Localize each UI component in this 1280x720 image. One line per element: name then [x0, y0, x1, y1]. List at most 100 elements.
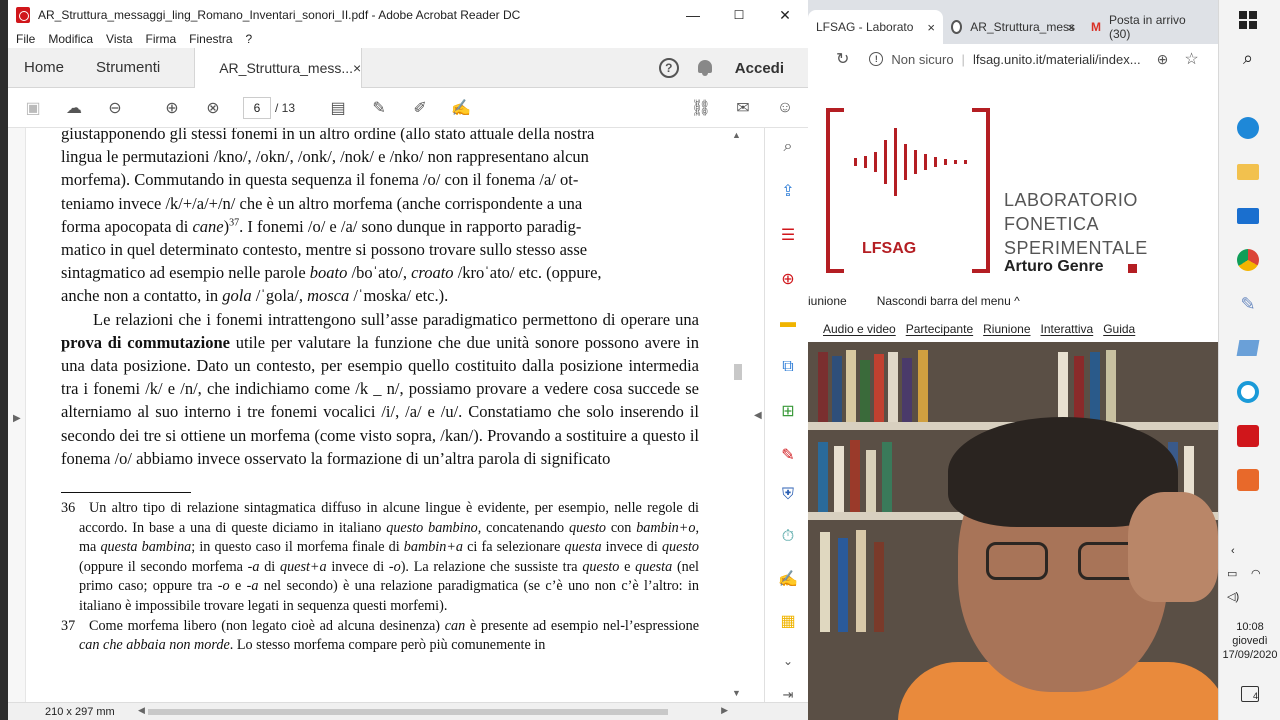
browser-tab-pdf[interactable]: AR_Struttura_mess × — [943, 10, 1083, 44]
mail-icon[interactable] — [1236, 204, 1260, 228]
vertical-scrollbar[interactable]: ▲ ▼ — [730, 128, 744, 704]
fill-sign-icon[interactable]: ✍ — [450, 97, 472, 119]
battery-icon[interactable]: ▭ — [1227, 567, 1237, 580]
share-user-icon[interactable]: ☺ — [774, 97, 796, 119]
left-panel-toggle[interactable]: ▶ — [8, 128, 26, 704]
volume-icon[interactable]: ◁) — [1227, 590, 1239, 603]
url-field[interactable]: Non sicuro | lfsag.unito.it/materiali/inde… — [891, 52, 1140, 67]
page-up-icon[interactable]: ⊕ — [161, 97, 183, 119]
upload-cloud-icon[interactable]: ☁ — [63, 97, 85, 119]
acrobat-window: AR_Struttura_messaggi_ling_Romano_Invent… — [8, 0, 808, 720]
fill-sign-tool-icon[interactable]: ✍ — [777, 568, 799, 590]
page-down-icon[interactable]: ⊗ — [202, 97, 224, 119]
reload-icon[interactable]: ↻ — [836, 49, 849, 69]
menu-help[interactable]: ? — [246, 32, 253, 46]
bookmark-star-icon[interactable]: ☆ — [1184, 49, 1198, 69]
menu-vista[interactable]: Vista — [106, 32, 132, 46]
menu-modifica[interactable]: Modifica — [48, 32, 93, 46]
menu-meeting[interactable]: Riunione — [983, 322, 1030, 336]
show-hidden-icons-icon[interactable]: ‹ — [1231, 545, 1235, 557]
comment-tool-icon[interactable]: ▬ — [777, 312, 799, 334]
meeting-menu: Audio e video Partecipante Riunione Inte… — [808, 316, 1218, 342]
more-tools-icon[interactable]: ▦ — [777, 610, 799, 632]
scroll-right-icon[interactable]: ▶ — [721, 705, 728, 716]
tab-close-icon[interactable]: × — [1067, 20, 1075, 35]
browser-tab-gmail[interactable]: M Posta in arrivo (30) — [1083, 10, 1218, 44]
page-number-input[interactable]: 6 — [243, 96, 271, 119]
windows-start-icon[interactable] — [1236, 8, 1260, 32]
document-view[interactable]: ▶ giustapponendo gli stessi fonemi in un… — [8, 128, 752, 704]
paragraph-2: Le relazioni che i fonemi intrattengono … — [61, 309, 699, 468]
bell-icon[interactable] — [697, 59, 713, 77]
tab-label: Posta in arrivo (30) — [1109, 13, 1186, 41]
title-bar: AR_Struttura_messaggi_ling_Romano_Invent… — [8, 0, 808, 30]
send-track-icon[interactable]: ⏱ — [777, 526, 799, 548]
clock[interactable]: 10:08 giovedì 17/09/2020 — [1219, 620, 1280, 662]
tab-close-icon[interactable]: × — [927, 20, 935, 35]
minimize-button[interactable]: — — [670, 0, 716, 30]
collapse-right-panel-icon[interactable]: ◀ — [754, 410, 762, 421]
acrobat-taskbar-icon[interactable] — [1236, 424, 1260, 448]
text-line: forma apocopata di cane)37. I fonemi /o/… — [61, 216, 582, 236]
file-explorer-icon[interactable] — [1236, 160, 1260, 184]
tab-document-close-icon[interactable]: × — [353, 60, 361, 76]
menu-file[interactable]: File — [16, 32, 35, 46]
menu-participant[interactable]: Partecipante — [906, 322, 973, 336]
tools-pane: ⌕ ⇪ ☰ ⊕ ▬ ⧉ ⊞ ✎ ⛨ ⏱ ✍ ▦ ⌄ ⇥ — [764, 128, 808, 704]
address-bar: ↻ ! Non sicuro | lfsag.unito.it/materiali/… — [808, 44, 1218, 74]
paint-icon[interactable]: ✎ — [1236, 292, 1260, 316]
create-pdf-icon[interactable]: ⊕ — [777, 268, 799, 290]
link-icon[interactable]: ⛓ — [690, 97, 712, 119]
clock-day: giovedì — [1232, 635, 1268, 647]
menu-guide[interactable]: Guida — [1103, 322, 1135, 336]
expand-left-icon[interactable]: ▶ — [13, 413, 21, 424]
hide-menu-bar-button[interactable]: Nascondi barra del menu ^ — [877, 294, 1020, 308]
draw-icon[interactable]: ✐ — [409, 97, 431, 119]
chevron-down-icon[interactable]: ⌄ — [777, 650, 799, 672]
save-icon[interactable]: ▣ — [22, 97, 44, 119]
export-pdf-icon[interactable]: ⇪ — [777, 180, 799, 202]
email-icon[interactable]: ✉ — [732, 97, 754, 119]
help-icon[interactable]: ? — [658, 58, 679, 78]
maximize-button[interactable]: ☐ — [716, 0, 762, 30]
organize-pages-icon[interactable]: ☰ — [777, 224, 799, 246]
menu-interactive[interactable]: Interattiva — [1041, 322, 1094, 336]
scroll-down-icon[interactable]: ▼ — [732, 688, 741, 698]
browser-tab-lfsag[interactable]: LFSAG - Laborato × — [808, 10, 943, 44]
tab-tools[interactable]: Strumenti — [80, 48, 176, 88]
menu-audio-video[interactable]: Audio e video — [823, 322, 896, 336]
scroll-up-icon[interactable]: ▲ — [732, 130, 741, 140]
zoom-icon[interactable]: ⊕ — [1157, 51, 1169, 68]
horizontal-scrollbar[interactable]: ◀ ▶ — [138, 705, 728, 717]
scroll-left-icon[interactable]: ◀ — [138, 705, 145, 716]
scroll-thumb[interactable] — [734, 364, 742, 380]
search-icon[interactable]: ⌕ — [1236, 46, 1260, 70]
protect-shield-icon[interactable]: ⛨ — [777, 484, 799, 506]
meeting-item[interactable]: iunione — [808, 294, 847, 308]
warning-icon[interactable]: ! — [869, 52, 884, 66]
search-zoom-icon[interactable]: ⌕ — [777, 136, 799, 158]
menu-finestra[interactable]: Finestra — [189, 32, 232, 46]
hscroll-thumb[interactable] — [148, 709, 668, 715]
tab-document[interactable]: AR_Struttura_mess... × — [194, 47, 363, 88]
tab-home[interactable]: Home — [8, 48, 80, 88]
close-button[interactable]: ✕ — [762, 0, 808, 30]
compress-icon[interactable]: ⊞ — [777, 400, 799, 422]
highlight-pen-icon[interactable]: ✎ — [368, 97, 390, 119]
cortana-icon[interactable] — [1236, 380, 1260, 404]
comment-icon[interactable]: ▤ — [327, 97, 349, 119]
chrome-icon[interactable] — [1236, 248, 1260, 272]
combine-files-icon[interactable]: ⧉ — [777, 356, 799, 378]
notes-icon[interactable] — [1236, 336, 1260, 360]
text-line: matico in quel determinato contesto, men… — [61, 240, 588, 260]
menu-firma[interactable]: Firma — [146, 32, 177, 46]
powerpoint-icon[interactable] — [1236, 468, 1260, 492]
zoom-out-icon[interactable]: ⊖ — [104, 97, 126, 119]
tab-bar: Home Strumenti AR_Struttura_mess... × ? … — [8, 47, 808, 88]
webcam-video — [808, 342, 1218, 720]
wifi-icon[interactable]: ◠ — [1251, 567, 1261, 580]
edit-pdf-icon[interactable]: ✎ — [777, 444, 799, 466]
notification-center-icon[interactable]: 4 — [1241, 686, 1259, 702]
edge-icon[interactable] — [1236, 116, 1260, 140]
signin-button[interactable]: Accedi — [735, 60, 784, 77]
